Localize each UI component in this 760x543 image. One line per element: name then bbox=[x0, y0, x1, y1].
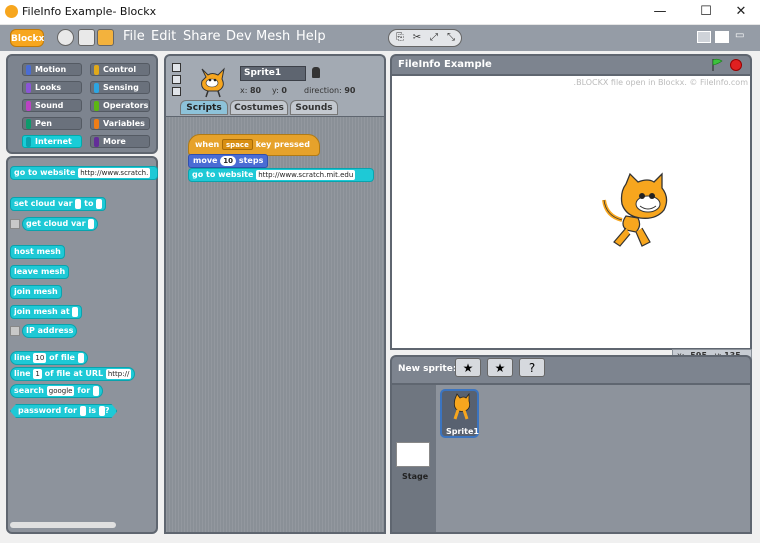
stage-thumbnail[interactable] bbox=[396, 442, 430, 467]
stage-info-text: .BLOCKX file open in Blockx. © FileInfo.… bbox=[573, 78, 748, 87]
rotate-style-icon[interactable] bbox=[172, 63, 181, 72]
menu-help[interactable]: Help bbox=[296, 29, 326, 44]
block-when-key-pressed[interactable]: when space key pressed bbox=[188, 134, 320, 156]
tab-scripts[interactable]: Scripts bbox=[180, 100, 228, 115]
new-sprite-label: New sprite: bbox=[398, 364, 457, 374]
block-get-cloud-var[interactable]: get cloud var bbox=[22, 217, 99, 231]
duplicate-icon[interactable]: ⎘ bbox=[393, 32, 407, 44]
window-title: FileInfo Example- Blockx bbox=[22, 5, 157, 18]
lock-icon[interactable] bbox=[312, 67, 320, 78]
paint-sprite-button[interactable]: ★ bbox=[455, 358, 481, 377]
sprite-tile-sprite1[interactable]: Sprite1 bbox=[440, 389, 479, 438]
app-icon bbox=[5, 5, 18, 18]
close-button[interactable]: ✕ bbox=[721, 0, 760, 25]
blockx-logo[interactable]: Blockx bbox=[10, 29, 44, 47]
stage-header: FileInfo Example bbox=[390, 54, 752, 74]
palette-scrollbar[interactable] bbox=[10, 522, 116, 528]
block-host-mesh[interactable]: host mesh bbox=[10, 245, 65, 259]
category-panel: Motion Control Looks Sensing Sound Opera… bbox=[6, 54, 158, 154]
block-ip-address[interactable]: IP address bbox=[22, 324, 78, 338]
category-operators[interactable]: Operators bbox=[90, 99, 150, 112]
sprite-x: x: 80 bbox=[240, 86, 262, 95]
block-go-to-website[interactable]: go to website http://www.scratch. bbox=[10, 166, 158, 180]
sprite-tile-label: Sprite1 bbox=[446, 427, 479, 436]
project-title: FileInfo Example bbox=[398, 59, 492, 70]
block-leave-mesh[interactable]: leave mesh bbox=[10, 265, 70, 279]
tab-sounds[interactable]: Sounds bbox=[290, 100, 338, 115]
category-control[interactable]: Control bbox=[90, 63, 150, 76]
category-sound[interactable]: Sound bbox=[22, 99, 82, 112]
sprite-thumbnail-icon bbox=[201, 67, 225, 98]
tab-costumes[interactable]: Costumes bbox=[230, 100, 288, 115]
category-looks[interactable]: Looks bbox=[22, 81, 82, 94]
menu-file[interactable]: File bbox=[123, 29, 145, 44]
block-go-to-website-script[interactable]: go to website http://www.scratch.mit.edu bbox=[188, 168, 374, 182]
block-palette bbox=[6, 156, 158, 534]
cat-sprite[interactable] bbox=[596, 172, 678, 254]
save-icon[interactable] bbox=[78, 29, 95, 46]
presentation-icon[interactable]: ▭ bbox=[735, 31, 749, 43]
new-sprite-bar: New sprite: bbox=[390, 355, 752, 383]
menu-dev[interactable]: Dev bbox=[226, 29, 252, 44]
block-password-for[interactable]: password for is ? bbox=[10, 404, 117, 418]
globe-icon[interactable] bbox=[57, 29, 74, 46]
sprite-tools: ⎘ ✂ ⤢ ⤡ bbox=[388, 29, 462, 47]
block-search[interactable]: search google for bbox=[10, 384, 103, 398]
flip-style-icon[interactable] bbox=[172, 75, 181, 84]
delete-icon[interactable]: ✂ bbox=[410, 32, 424, 44]
category-variables[interactable]: Variables bbox=[90, 117, 150, 130]
open-sprite-button[interactable]: ★ bbox=[487, 358, 513, 377]
sprite-y: y: 0 bbox=[272, 86, 287, 95]
checkbox-ip-address[interactable] bbox=[10, 326, 20, 336]
menu-mesh[interactable]: Mesh bbox=[256, 29, 290, 44]
question-star-icon: ? bbox=[528, 361, 536, 375]
stage-thumbnail-label: Stage bbox=[402, 472, 429, 481]
category-motion[interactable]: Motion bbox=[22, 63, 82, 76]
menu-bar: Blockx File Edit Share Dev Mesh Help ⎘ ✂… bbox=[0, 25, 760, 51]
share-icon[interactable] bbox=[97, 29, 114, 46]
green-flag-icon[interactable] bbox=[710, 58, 724, 72]
block-join-mesh-at[interactable]: join mesh at bbox=[10, 305, 83, 319]
small-stage-icon[interactable] bbox=[697, 31, 711, 43]
grow-icon[interactable]: ⤢ bbox=[427, 32, 441, 44]
block-line-of-file-at-url[interactable]: line 1 of file at URL http:// bbox=[10, 367, 136, 381]
stage[interactable]: .BLOCKX file open in Blockx. © FileInfo.… bbox=[390, 74, 752, 350]
minimize-button[interactable]: — bbox=[640, 0, 680, 25]
block-move-steps[interactable]: move 10 steps bbox=[188, 154, 268, 168]
sprite-tile-cat-icon bbox=[453, 393, 471, 420]
menu-share[interactable]: Share bbox=[183, 29, 221, 44]
category-pen[interactable]: Pen bbox=[22, 117, 82, 130]
block-line-of-file[interactable]: line 10 of file bbox=[10, 351, 88, 365]
menu-edit[interactable]: Edit bbox=[151, 29, 176, 44]
sprite-direction: direction: 90 bbox=[304, 86, 356, 95]
category-sensing[interactable]: Sensing bbox=[90, 81, 150, 94]
random-sprite-button[interactable]: ? bbox=[519, 358, 545, 377]
block-set-cloud-var[interactable]: set cloud var to bbox=[10, 197, 107, 211]
sprite-name-field[interactable]: Sprite1 bbox=[240, 66, 306, 81]
stop-icon[interactable] bbox=[730, 59, 742, 71]
no-rotate-icon[interactable] bbox=[172, 87, 181, 96]
category-internet[interactable]: Internet bbox=[22, 135, 82, 148]
maximize-button[interactable]: ☐ bbox=[686, 0, 726, 25]
block-join-mesh[interactable]: join mesh bbox=[10, 285, 62, 299]
category-more[interactable]: More bbox=[90, 135, 150, 148]
folder-star-icon: ★ bbox=[494, 361, 506, 375]
normal-stage-icon[interactable] bbox=[715, 31, 729, 43]
title-bar: FileInfo Example- Blockx — ☐ ✕ bbox=[0, 0, 760, 25]
shrink-icon[interactable]: ⤡ bbox=[444, 32, 458, 44]
checkbox-get-cloud-var[interactable] bbox=[10, 219, 20, 229]
paint-star-icon: ★ bbox=[462, 361, 474, 375]
